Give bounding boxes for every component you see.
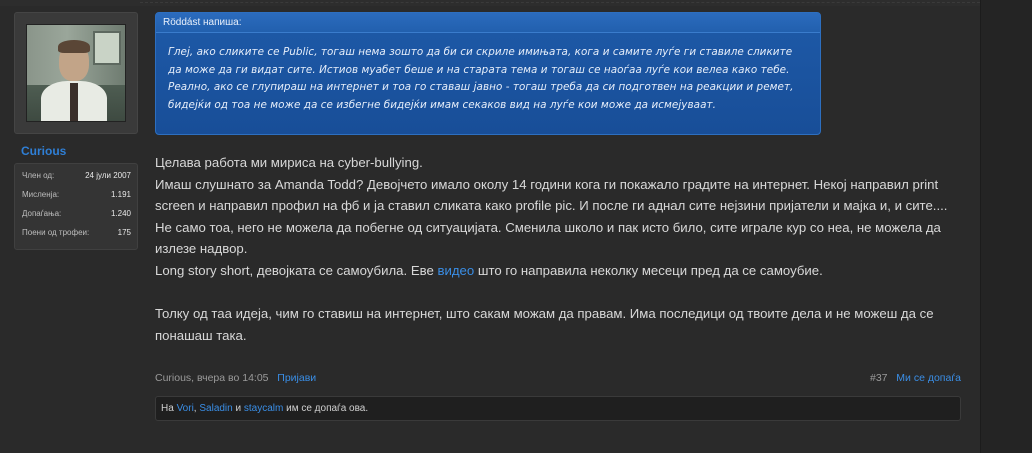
- quote-block: Röddást напиша: Глеј, ако сликите се Pub…: [155, 12, 821, 135]
- post-meta-right: #37 Ми се допаѓа: [870, 372, 961, 384]
- likes-text: На: [161, 403, 177, 414]
- report-link[interactable]: Пријави: [277, 372, 316, 384]
- likes-text: и: [232, 403, 244, 414]
- avatar[interactable]: [26, 24, 126, 122]
- liker-link[interactable]: Saladin: [199, 403, 232, 414]
- stat-joined: Член од: 24 јули 2007: [22, 170, 131, 189]
- stat-value: 1.191: [110, 190, 131, 199]
- username-link[interactable]: Curious: [14, 144, 138, 158]
- stat-label: Член од:: [22, 171, 55, 180]
- likes-summary: На Vori, Saladin и staycalm им се допаѓа…: [155, 396, 961, 421]
- quote-text: Глеј, ако сликите се Public, тогаш нема …: [168, 46, 794, 111]
- stat-value: 175: [117, 228, 131, 237]
- top-divider: [0, 0, 980, 6]
- message-text: Long story short, девојката се самоубила…: [155, 262, 438, 278]
- post-meta: Curious, вчера во 14:05 Пријави #37 Ми с…: [155, 370, 961, 386]
- liker-link[interactable]: Vori: [177, 403, 194, 414]
- likes-text: им се допаѓа ова.: [283, 403, 369, 414]
- stat-value: 24 јули 2007: [85, 171, 131, 180]
- post-meta-left: Curious, вчера во 14:05 Пријави: [155, 372, 316, 384]
- video-link[interactable]: видео: [437, 263, 474, 278]
- stat-value: 1.240: [110, 209, 131, 218]
- stat-label: Мисленја:: [22, 190, 60, 199]
- like-button[interactable]: Ми се допаѓа: [896, 372, 961, 384]
- avatar-frame[interactable]: [14, 12, 138, 134]
- message-line: Целава работа ми мириса на cyber-bullyin…: [155, 155, 423, 170]
- message-text: што го направила неколку месеци пред да …: [474, 262, 823, 278]
- post-number[interactable]: #37: [870, 372, 888, 384]
- user-panel: Curious Член од: 24 јули 2007 Мисленја: …: [14, 12, 138, 250]
- right-sidebar-edge: [980, 0, 1032, 453]
- stat-trophy-points: Поени од трофеи: 175: [22, 227, 131, 246]
- stat-label: Поени од трофеи:: [22, 228, 90, 237]
- stat-messages: Мисленја: 1.191: [22, 189, 131, 208]
- author-time[interactable]: Curious, вчера во 14:05: [155, 372, 269, 384]
- message-paragraph: Long story short, девојката се самоубила…: [155, 260, 970, 282]
- message-paragraph: Толку од таа идеја, чим го ставиш на инт…: [155, 306, 934, 343]
- message-paragraph: Имаш слушнато за Amanda Todd? Девојчето …: [155, 176, 948, 214]
- stat-likes: Допаѓања: 1.240: [22, 208, 131, 227]
- message-spacer: [155, 282, 970, 304]
- message-body: Целава работа ми мириса на cyber-bullyin…: [155, 152, 970, 346]
- liker-link[interactable]: staycalm: [244, 403, 283, 414]
- user-stats: Член од: 24 јули 2007 Мисленја: 1.191 До…: [14, 163, 138, 250]
- quote-header[interactable]: Röddást напиша:: [156, 13, 820, 33]
- message-paragraph: Не само тоа, него не можела да побегне о…: [155, 219, 941, 257]
- stat-label: Допаѓања:: [22, 209, 62, 218]
